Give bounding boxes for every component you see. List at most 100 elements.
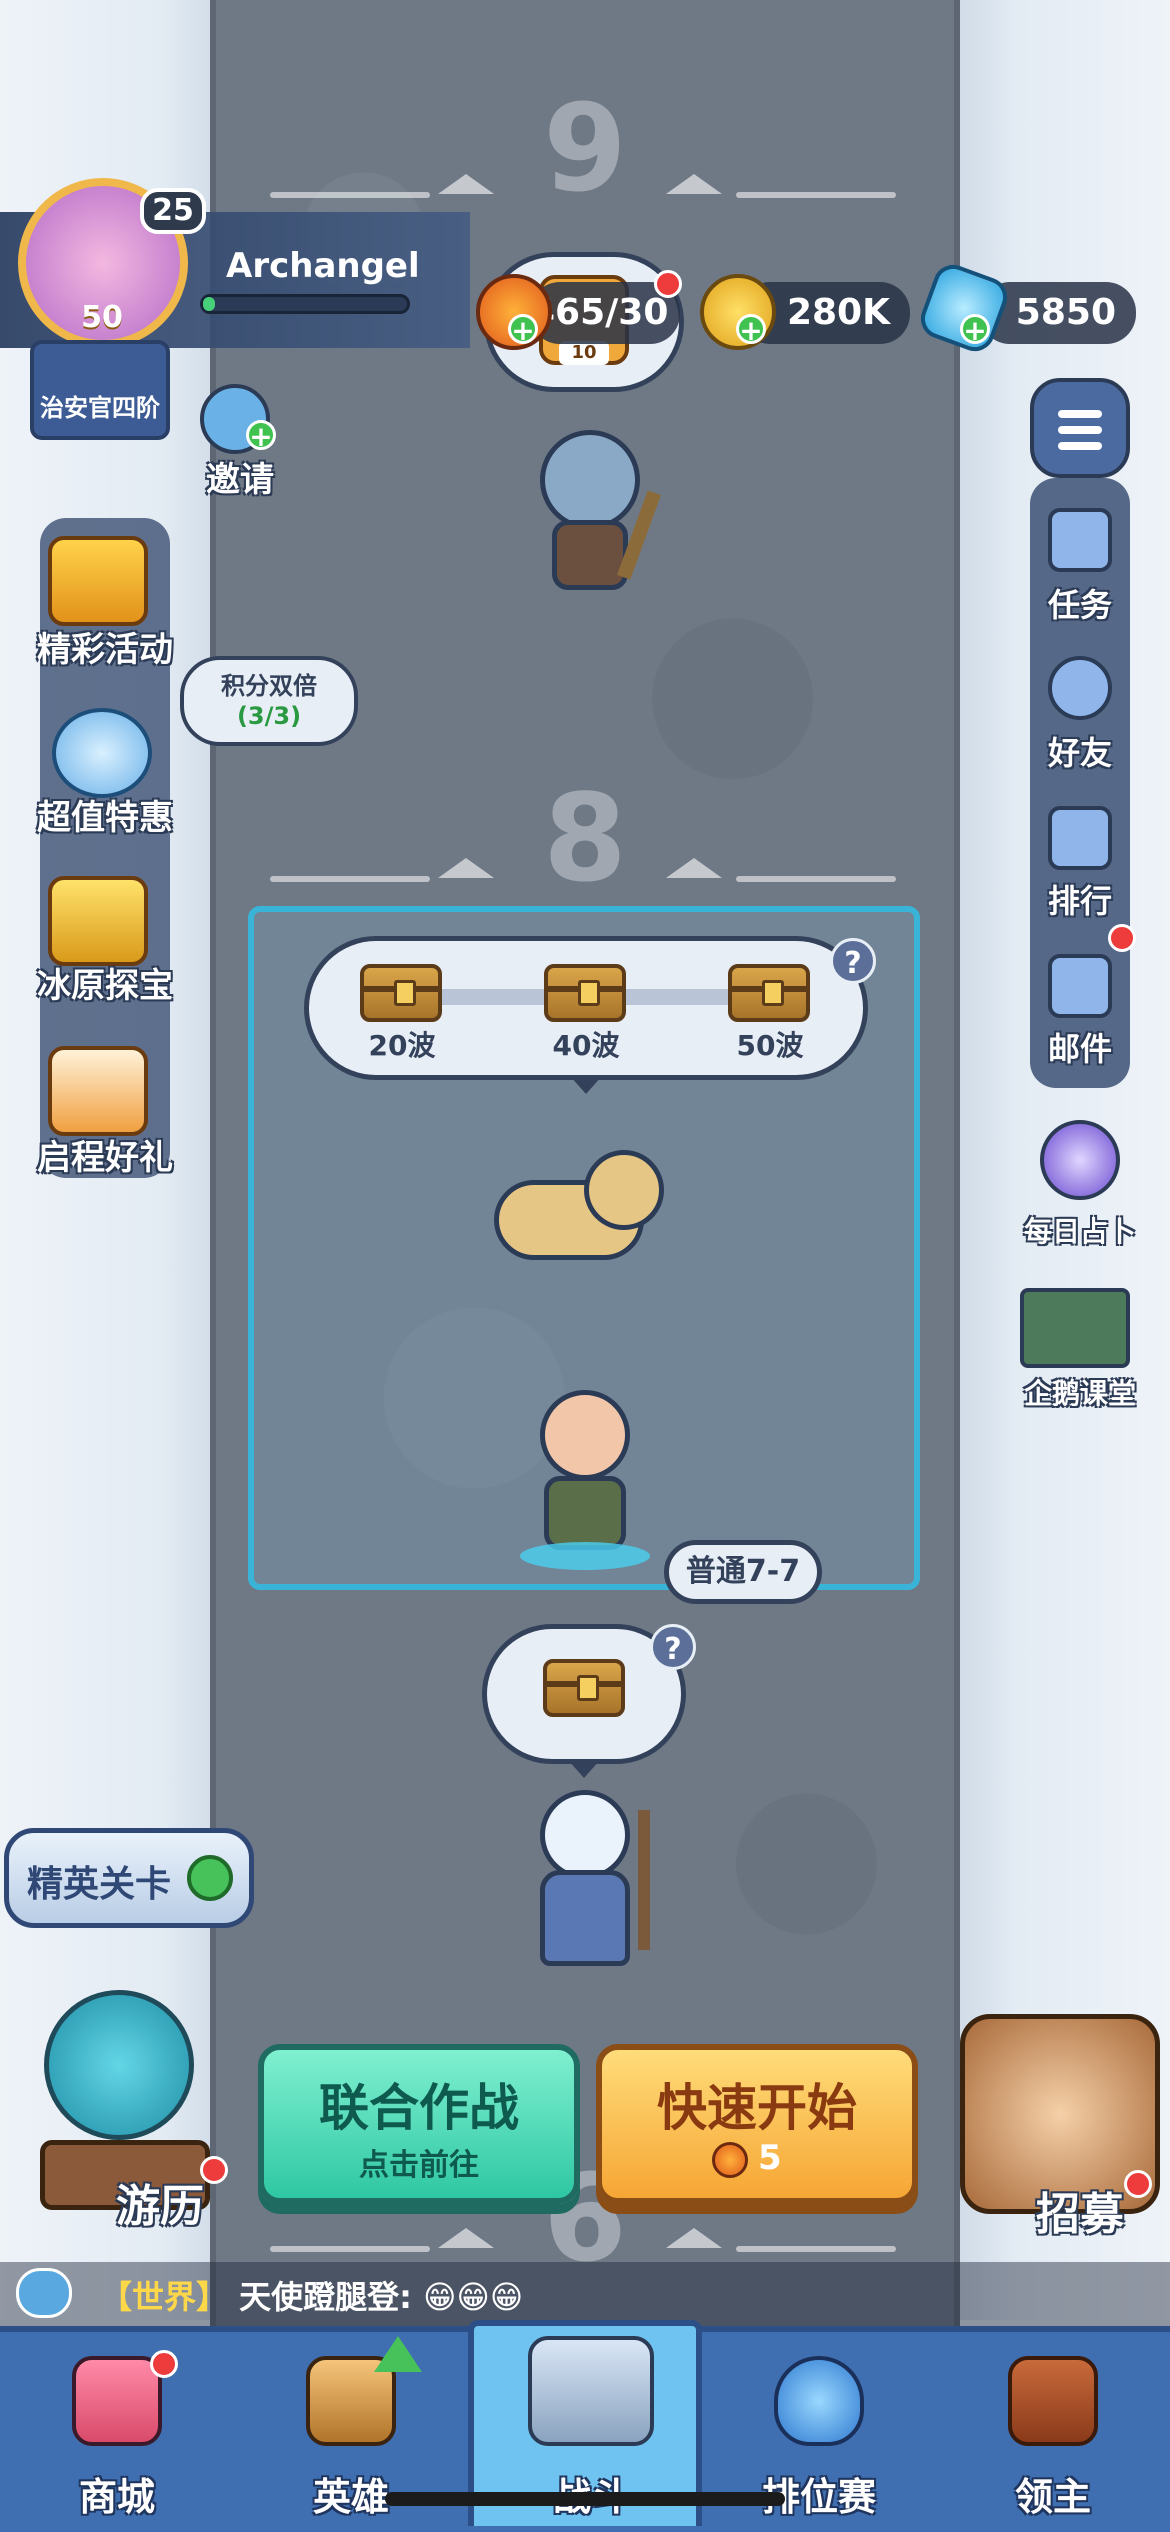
invite-label[interactable]: 邀请 — [190, 452, 290, 501]
reward-chest-icon[interactable] — [360, 964, 442, 1022]
penguin-classroom-icon[interactable] — [1020, 1288, 1130, 1368]
mail-icon[interactable] — [1048, 954, 1112, 1018]
coop-battle-label: 联合作战 — [319, 2079, 519, 2137]
wave-number-8: 8 — [543, 770, 627, 909]
wave-arrow-icon — [438, 2228, 494, 2248]
wave-arrow-icon — [438, 174, 494, 194]
double-points-count: (3/3) — [236, 702, 302, 730]
menu-events[interactable]: 精彩活动 — [20, 622, 190, 671]
stopwatch-icon[interactable] — [52, 708, 152, 798]
wave-divider — [270, 876, 430, 882]
menu-deals[interactable]: 超值特惠 — [20, 790, 190, 839]
menu-tasks[interactable]: 任务 — [1030, 580, 1130, 626]
chat-bubble-icon[interactable] — [16, 2268, 72, 2318]
chat-message[interactable]: 【世界】 天使蹬腿登: 😁😁😁 — [100, 2272, 523, 2318]
elite-stage-label: 精英关卡 — [27, 1864, 172, 1905]
home-indicator[interactable] — [385, 2492, 785, 2506]
player-name: Archangel — [226, 246, 420, 286]
wave-divider — [270, 2246, 430, 2252]
stamina-timer: 10 — [559, 341, 609, 365]
recruit-label[interactable]: 招募 — [1020, 2178, 1140, 2242]
menu-starter-gift[interactable]: 启程好礼 — [20, 1130, 190, 1179]
crown-icon[interactable] — [48, 876, 148, 966]
add-stamina-button[interactable]: + — [508, 314, 538, 345]
shop-notification-dot — [150, 2350, 178, 2378]
lord-banner-icon — [1008, 2356, 1098, 2446]
shop-icon — [72, 2356, 162, 2446]
menu-friends[interactable]: 好友 — [1030, 728, 1130, 774]
winged-fox-icon[interactable] — [48, 1046, 148, 1136]
podium-icon[interactable] — [1048, 806, 1112, 870]
menu-mail[interactable]: 邮件 — [1030, 1024, 1130, 1070]
wave-arrow-icon — [438, 858, 494, 878]
elite-stage-button[interactable]: 精英关卡 — [4, 1828, 254, 1928]
reward-40-waves: 40波 — [552, 1029, 620, 1062]
ranking-notification-dot — [1108, 924, 1136, 952]
task-list-icon[interactable] — [1048, 508, 1112, 572]
friends-icon[interactable] — [1048, 656, 1112, 720]
adventure-label[interactable]: 游历 — [100, 2170, 220, 2234]
enemy-orc-warrior — [520, 430, 661, 600]
nav-shop-label: 商城 — [78, 2475, 155, 2519]
quick-start-cost: 5 — [758, 2138, 782, 2178]
reward-chest-icon[interactable] — [728, 964, 810, 1022]
upgrade-arrow-icon — [374, 2336, 422, 2372]
menu-penguin-class[interactable]: 企鹅课堂 — [1000, 1372, 1160, 1412]
gold-coin-icon — [700, 274, 776, 350]
bubble-tail — [568, 1760, 600, 1778]
wave-arrow-icon — [666, 174, 722, 194]
invite-plus-icon: + — [246, 420, 276, 451]
coop-battle-button[interactable]: 联合作战 点击前往 — [258, 2044, 580, 2204]
next-reward-help-icon[interactable]: ? — [650, 1624, 696, 1670]
wave-number-9: 9 — [543, 80, 627, 219]
chat-text: 天使蹬腿登: 😁😁😁 — [239, 2278, 524, 2316]
reward-50-waves: 50波 — [736, 1029, 804, 1062]
enemy-ice-mage — [520, 1790, 660, 1970]
reward-chest-icon — [543, 1659, 625, 1717]
wave-arrow-icon — [666, 858, 722, 878]
quick-start-button[interactable]: 快速开始 5 — [596, 2044, 918, 2204]
enemy-sabertooth — [484, 1150, 664, 1280]
quick-start-label: 快速开始 — [657, 2079, 857, 2137]
add-gem-button[interactable]: + — [960, 314, 990, 345]
game-scene: 9 8 6 10 25 50 治安官四阶 Archangel + 邀请 465/… — [0, 0, 1170, 2532]
wave-divider — [270, 192, 430, 198]
double-points-bubble[interactable]: 积分双倍 (3/3) — [180, 656, 358, 746]
nav-lord-label: 领主 — [1014, 2475, 1091, 2519]
rank-level: 50 — [81, 300, 123, 335]
player-hero — [520, 1390, 650, 1570]
crystal-ball-icon[interactable] — [1040, 1120, 1120, 1200]
xp-fill — [203, 297, 216, 311]
reward-20-waves: 20波 — [368, 1029, 436, 1062]
reward-chest-icon[interactable] — [544, 964, 626, 1022]
adventure-notification-dot — [200, 2156, 228, 2184]
refresh-icon — [187, 1855, 233, 1901]
flame-icon — [712, 2142, 748, 2178]
bubble-tail — [570, 1076, 602, 1094]
wave-arrow-icon — [666, 2228, 722, 2248]
player-level-badge: 25 — [140, 188, 206, 234]
menu-hamburger-button[interactable] — [1030, 378, 1130, 478]
wave-divider — [736, 2246, 896, 2252]
add-gold-button[interactable]: + — [736, 314, 766, 345]
wave-divider — [736, 876, 896, 882]
menu-ranking[interactable]: 排行 — [1030, 876, 1130, 922]
nav-shop[interactable]: 商城 — [0, 2326, 234, 2532]
coop-battle-sublabel: 点击前往 — [359, 2148, 479, 2183]
recruit-notification-dot — [1124, 2170, 1152, 2198]
xp-bar — [200, 294, 410, 314]
ranked-shield-icon — [774, 2356, 864, 2446]
stamina-notification-dot — [654, 270, 682, 298]
menu-ice-treasure[interactable]: 冰原探宝 — [20, 958, 190, 1007]
double-points-title: 积分双倍 — [221, 672, 317, 700]
wave-divider — [736, 192, 896, 198]
stage-tag[interactable]: 普通7-7 — [664, 1540, 822, 1604]
battle-swords-icon — [528, 2336, 654, 2446]
nav-lord[interactable]: 领主 — [936, 2326, 1170, 2532]
balloon-icon[interactable] — [44, 1990, 194, 2140]
chat-channel: 【世界】 — [100, 2278, 229, 2316]
menu-daily-fortune[interactable]: 每日占卜 — [1000, 1210, 1160, 1250]
treasure-chest-icon[interactable] — [48, 536, 148, 626]
reward-help-icon[interactable]: ? — [830, 938, 876, 984]
rank-title: 治安官四阶 — [40, 394, 160, 422]
